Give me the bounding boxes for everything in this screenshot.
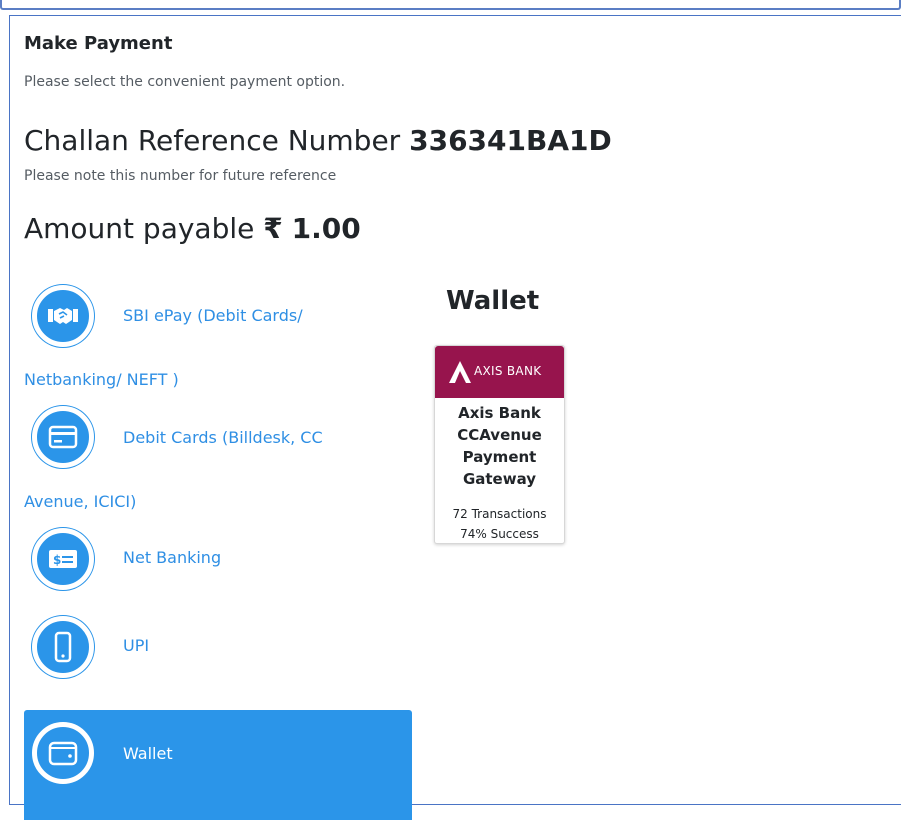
credit-card-icon: [32, 406, 94, 468]
payment-option-debit-cards[interactable]: Debit Cards (Billdesk, CC Avenue, ICICI): [24, 404, 412, 528]
axis-bank-logo-icon: [449, 361, 471, 383]
handshake-icon: [32, 285, 94, 347]
page-subtitle: Please select the convenient payment opt…: [24, 74, 346, 90]
payment-option-net-banking[interactable]: $ Net Banking: [24, 528, 412, 618]
option-label: UPI: [123, 636, 150, 655]
amount-label: Amount payable: [24, 212, 255, 245]
challan-number: 336341BA1D: [409, 124, 612, 157]
gateway-card-axis-bank[interactable]: AXIS BANK Axis Bank CCAvenue Payment Gat…: [434, 345, 565, 544]
page-title: Make Payment: [24, 33, 173, 54]
currency-symbol: ₹: [263, 212, 283, 245]
option-label: Wallet: [123, 744, 173, 763]
payment-option-wallet[interactable]: Wallet: [24, 710, 412, 820]
option-label: Net Banking: [123, 548, 222, 567]
amount-value: 1.00: [291, 212, 361, 245]
mobile-phone-icon: [32, 616, 94, 678]
challan-reference: Challan Reference Number 336341BA1D: [24, 124, 612, 157]
option-label: SBI ePay (Debit Cards/: [123, 306, 303, 325]
payment-option-upi[interactable]: UPI: [24, 616, 412, 710]
banknote-icon: $: [32, 528, 94, 590]
gateway-name: Axis Bank CCAvenue Payment Gateway: [457, 404, 542, 488]
challan-label: Challan Reference Number: [24, 124, 401, 157]
top-frame: [0, 0, 901, 10]
axis-bank-logo: AXIS BANK: [435, 346, 564, 398]
transactions-count: 72 Transactions: [452, 507, 547, 521]
option-label: Debit Cards (Billdesk, CC: [123, 428, 323, 447]
amount-payable: Amount payable ₹ 1.00: [24, 212, 361, 245]
option-label-continued: Avenue, ICICI): [24, 492, 137, 511]
svg-text:$: $: [53, 553, 61, 567]
payment-option-sbi-epay[interactable]: SBI ePay (Debit Cards/ Netbanking/ NEFT …: [24, 282, 412, 404]
wallet-heading: Wallet: [446, 286, 540, 316]
payment-option-list: SBI ePay (Debit Cards/ Netbanking/ NEFT …: [24, 282, 412, 820]
challan-note: Please note this number for future refer…: [24, 168, 337, 184]
success-rate: 74% Success: [460, 527, 539, 541]
option-label-continued: Netbanking/ NEFT ): [24, 370, 179, 389]
wallet-icon: [32, 722, 94, 784]
brand-name: AXIS BANK: [474, 364, 542, 378]
